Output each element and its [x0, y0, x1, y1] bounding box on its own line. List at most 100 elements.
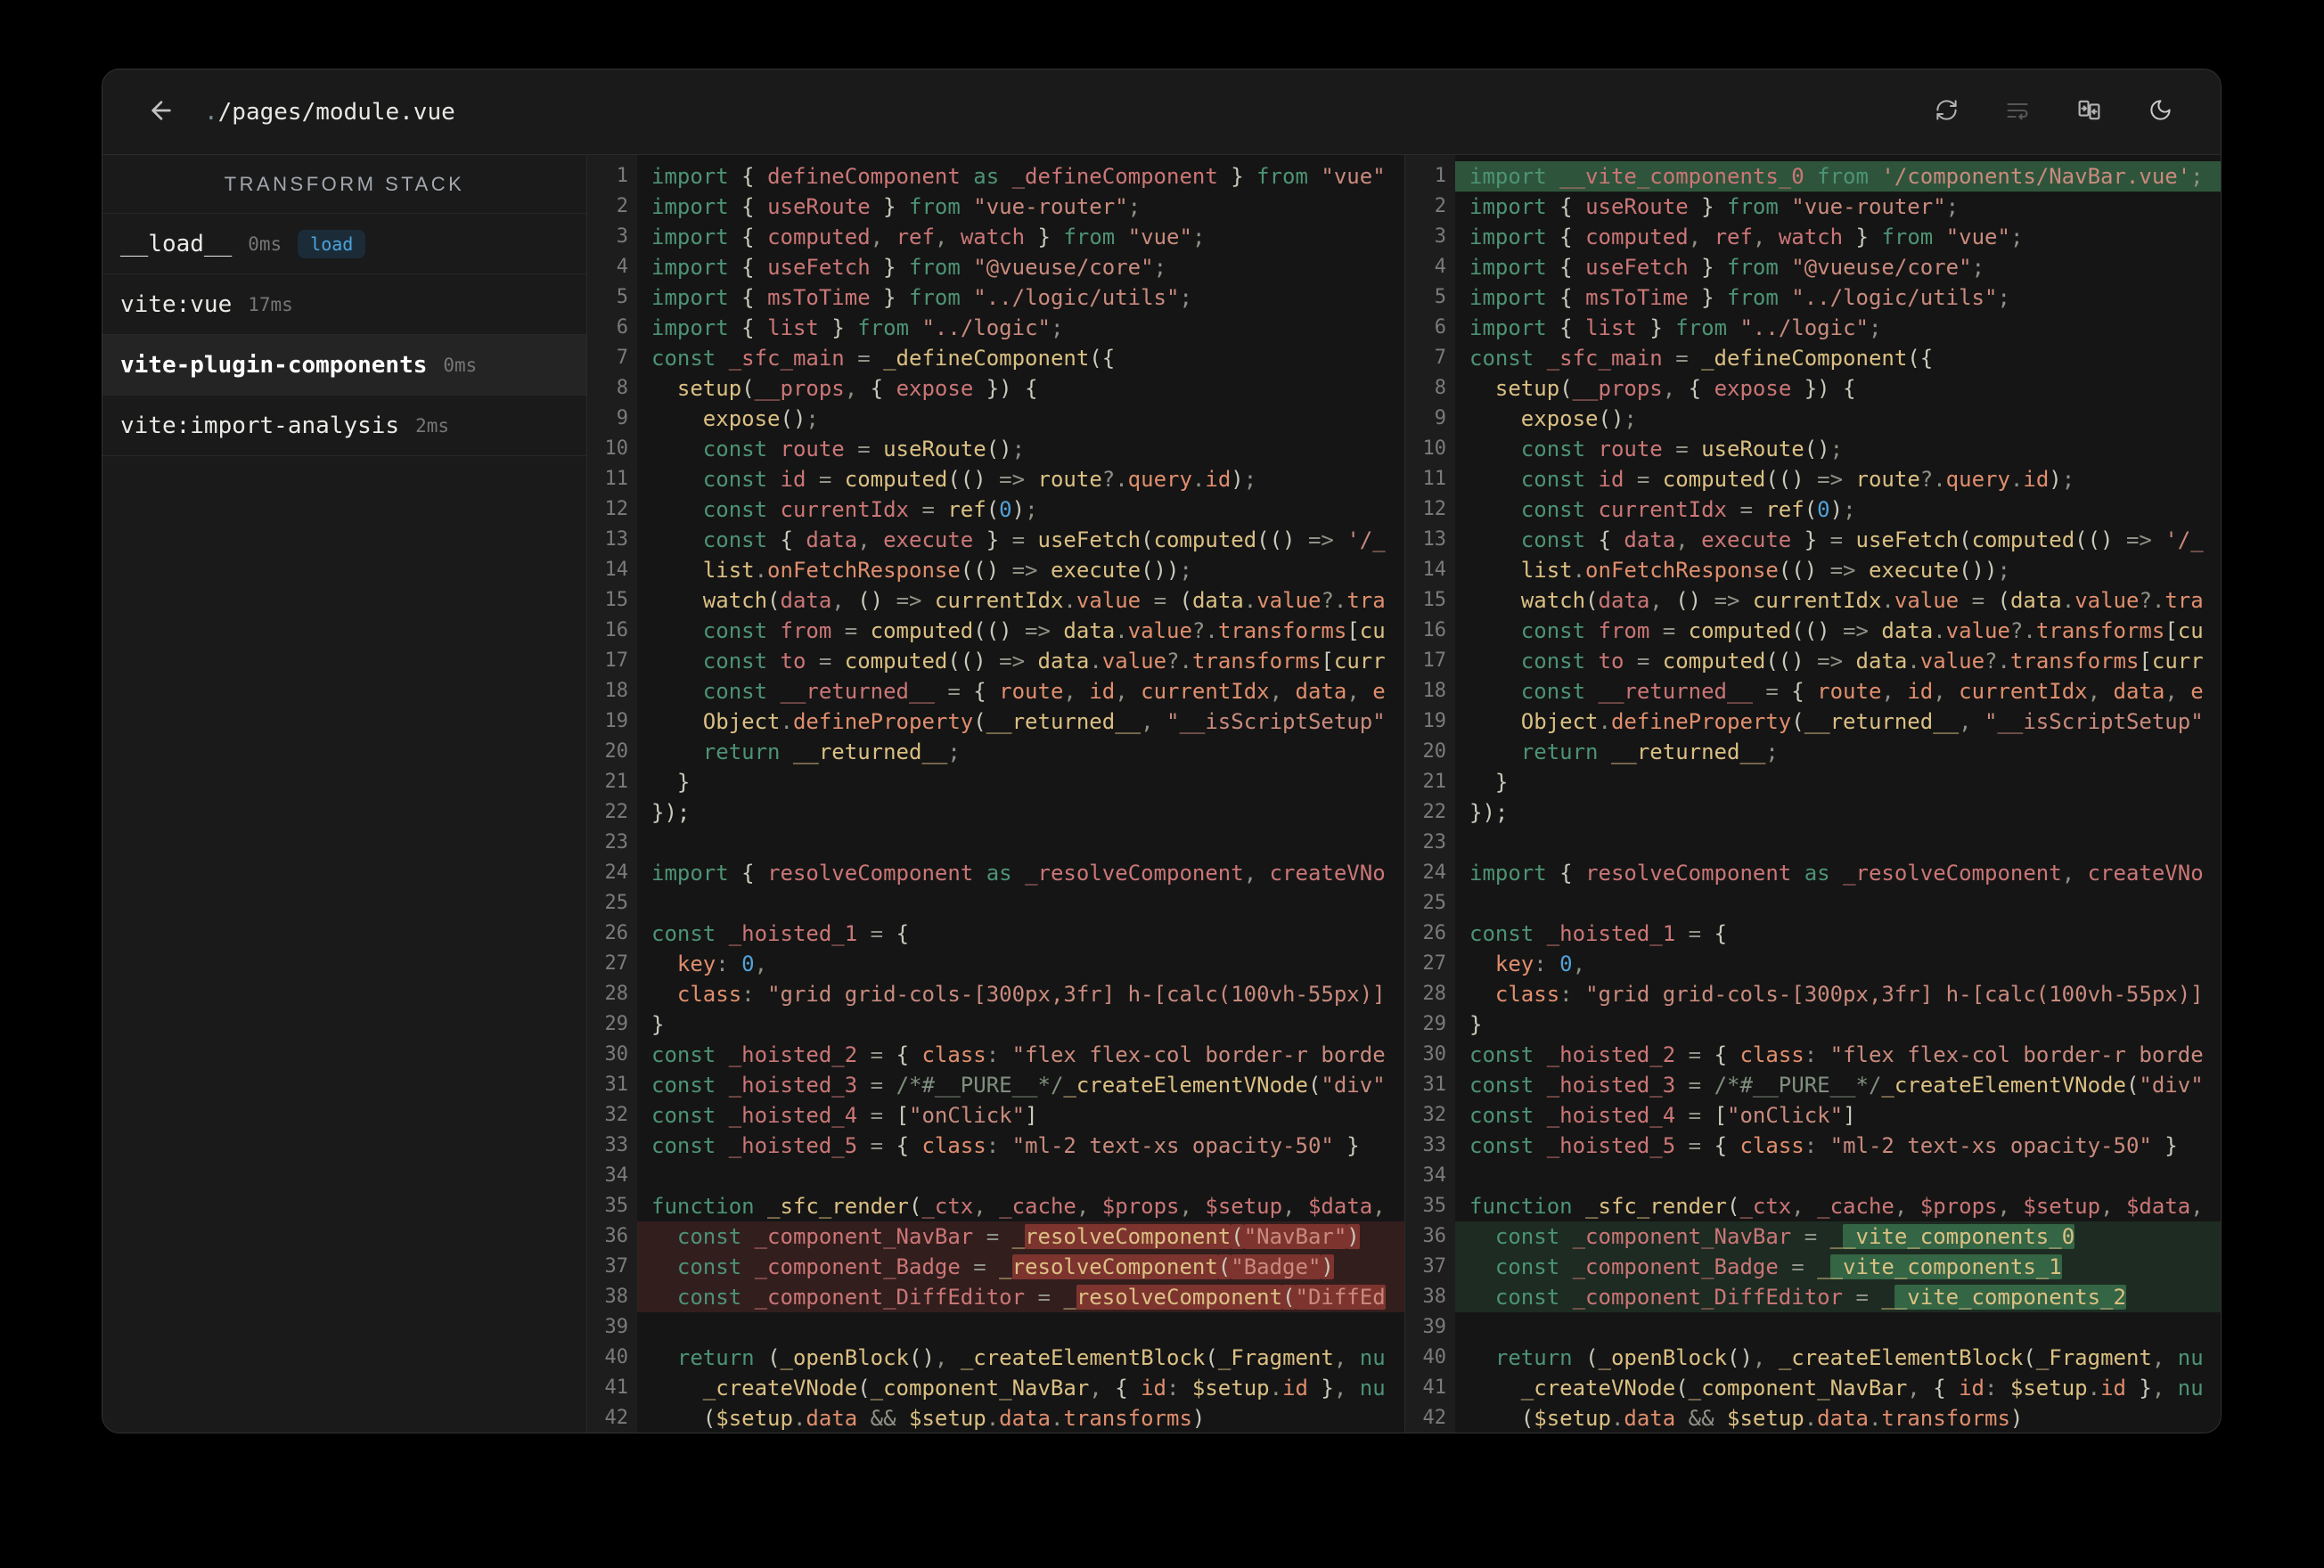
line-number: 38	[1422, 1286, 1447, 1308]
transform-stack-sidebar: TRANSFORM STACK __load__ 0ms load vite:vue 1…	[102, 155, 587, 1433]
line-number: 10	[1422, 437, 1447, 460]
plugin-time: 0ms	[248, 233, 282, 255]
back-button[interactable]	[143, 94, 179, 130]
code-line: 42 ($setup.data && $setup.data.transform…	[587, 1403, 1404, 1433]
code-text: const _hoisted_4 = ["onClick"]	[1469, 1103, 1856, 1128]
line-number: 22	[1422, 801, 1447, 823]
line-number: 4	[1434, 256, 1446, 278]
code-text: import { list } from "../logic";	[651, 315, 1064, 340]
line-number: 6	[616, 316, 628, 339]
code-text: const _hoisted_3 = /*#__PURE__*/_createE…	[651, 1073, 1386, 1098]
code-text: list.onFetchResponse(() => execute());	[1520, 558, 2010, 583]
code-text: import { defineComponent as _defineCompo…	[651, 164, 1386, 189]
line-number: 16	[1422, 619, 1447, 641]
line-number: 3	[616, 225, 628, 248]
code-text: import { msToTime } from "../logic/utils…	[651, 285, 1192, 310]
code-line: 14 list.onFetchResponse(() => execute())…	[587, 555, 1404, 585]
sidebar-item-vite:import-analysis[interactable]: vite:import-analysis 2ms	[102, 396, 586, 456]
code-line: 4 import { useFetch } from "@vueuse/core"…	[587, 252, 1404, 282]
code-text: const route = useRoute();	[1520, 437, 1844, 461]
line-number: 6	[1434, 316, 1446, 339]
line-number: 9	[1434, 407, 1446, 429]
line-number: 24	[604, 862, 629, 884]
code-line: 18 const __returned__ = { route, id, cur…	[587, 676, 1404, 706]
line-number: 8	[1434, 377, 1446, 399]
module-path-title: ./pages/module.vue	[204, 99, 455, 126]
code-line: 29}	[587, 1009, 1404, 1040]
code-text: }	[676, 770, 691, 795]
inspect-window: ./pages/module.vue TRANSFORM STACK __loa…	[102, 69, 2222, 1433]
line-number: 35	[604, 1195, 629, 1217]
code-text: import { resolveComponent as _resolveCom…	[651, 861, 1386, 886]
line-number: 32	[604, 1104, 629, 1126]
diff-panel-after[interactable]: 1 import __vite_components_0 from '/compo…	[1405, 155, 2221, 1433]
sidebar-item-vite-plugin-components[interactable]: vite-plugin-components 0ms	[102, 335, 586, 396]
code-line: 30 const _hoisted_2 = { class: "flex flex…	[587, 1040, 1404, 1070]
code-text: class: "grid grid-cols-[300px,3fr] h-[ca…	[676, 982, 1386, 1007]
plugin-time: 2ms	[415, 414, 450, 437]
line-number: 11	[604, 468, 629, 490]
code-text: const { data, execute } = useFetch(compu…	[1520, 527, 2204, 552]
code-text: key: 0,	[676, 951, 768, 976]
code-line: 2 import { useRoute } from "vue-router";	[587, 192, 1404, 222]
code-line: 7 const _sfc_main = _defineComponent({	[1405, 343, 2221, 373]
code-line: 8 setup(__props, { expose }) {	[1405, 373, 2221, 404]
code-line: 5 import { msToTime } from "../logic/util…	[1405, 282, 2221, 313]
dark-mode-toggle[interactable]	[2142, 94, 2178, 130]
line-number: 21	[604, 771, 629, 793]
code-text: import { computed, ref, watch } from "vu…	[1469, 225, 2024, 249]
code-text: const _hoisted_5 = { class: "ml-2 text-x…	[1469, 1133, 2178, 1158]
code-text: const _component_DiffEditor = __vite_com…	[1455, 1282, 2221, 1312]
code-line: 26 const _hoisted_1 = {	[587, 919, 1404, 949]
line-number: 16	[604, 619, 629, 641]
line-number: 2	[1434, 195, 1446, 217]
code-line: 39	[1405, 1312, 2221, 1343]
code-line: 37 const _component_Badge = _resolveComp…	[587, 1252, 1404, 1282]
code-text: const currentIdx = ref(0);	[702, 497, 1038, 522]
code-line: 15 watch(data, () => currentIdx.value = …	[587, 585, 1404, 616]
diff-panel-before[interactable]: 1 import { defineComponent as _defineComp…	[587, 155, 1405, 1433]
line-number: 14	[604, 559, 629, 581]
code-line: 22});	[587, 797, 1404, 828]
code-text: key: 0,	[1494, 951, 1586, 976]
line-wrap-icon	[2005, 98, 2030, 127]
line-number: 40	[604, 1346, 629, 1368]
code-text: watch(data, () => currentIdx.value = (da…	[702, 588, 1386, 613]
line-number: 28	[1422, 983, 1447, 1005]
sidebar-item-vite:vue[interactable]: vite:vue 17ms	[102, 274, 586, 335]
code-text: const _hoisted_5 = { class: "ml-2 text-x…	[651, 1133, 1360, 1158]
line-number: 18	[1422, 680, 1447, 702]
code-line: 22});	[1405, 797, 2221, 828]
code-text: import { msToTime } from "../logic/utils…	[1469, 285, 2010, 310]
line-number: 34	[1422, 1164, 1447, 1187]
code-text: const id = computed(() => route?.query.i…	[1520, 467, 2075, 492]
code-line: 16 const from = computed(() => data.valu…	[587, 616, 1404, 646]
line-number: 7	[616, 347, 628, 369]
line-number: 40	[1422, 1346, 1447, 1368]
line-number: 3	[1434, 225, 1446, 248]
side-by-side-toggle[interactable]	[2071, 94, 2107, 130]
line-number: 2	[616, 195, 628, 217]
arrow-left-icon	[147, 96, 176, 128]
plugin-name: __load__	[120, 230, 233, 257]
code-text: const _hoisted_4 = ["onClick"]	[651, 1103, 1038, 1128]
code-text: function _sfc_render(_ctx, _cache, $prop…	[1469, 1194, 2204, 1219]
line-number: 28	[604, 983, 629, 1005]
code-line: 32 const _hoisted_4 = ["onClick"]	[587, 1100, 1404, 1131]
code-line: 26 const _hoisted_1 = {	[1405, 919, 2221, 949]
code-text: import { useFetch } from "@vueuse/core";	[651, 255, 1167, 280]
code-text: const _component_NavBar = _resolveCompon…	[637, 1221, 1404, 1252]
line-number: 31	[1422, 1074, 1447, 1096]
sidebar-item-__load__[interactable]: __load__ 0ms load	[102, 214, 586, 274]
line-number: 4	[616, 256, 628, 278]
line-wrap-toggle[interactable]	[2000, 94, 2035, 130]
code-line: 39	[587, 1312, 1404, 1343]
code-text: }	[651, 1012, 665, 1037]
refresh-button[interactable]	[1928, 94, 1964, 130]
code-text: const _hoisted_1 = {	[651, 921, 910, 946]
line-number: 35	[1422, 1195, 1447, 1217]
code-line: 3 import { computed, ref, watch } from "v…	[587, 222, 1404, 252]
line-number: 27	[604, 952, 629, 975]
